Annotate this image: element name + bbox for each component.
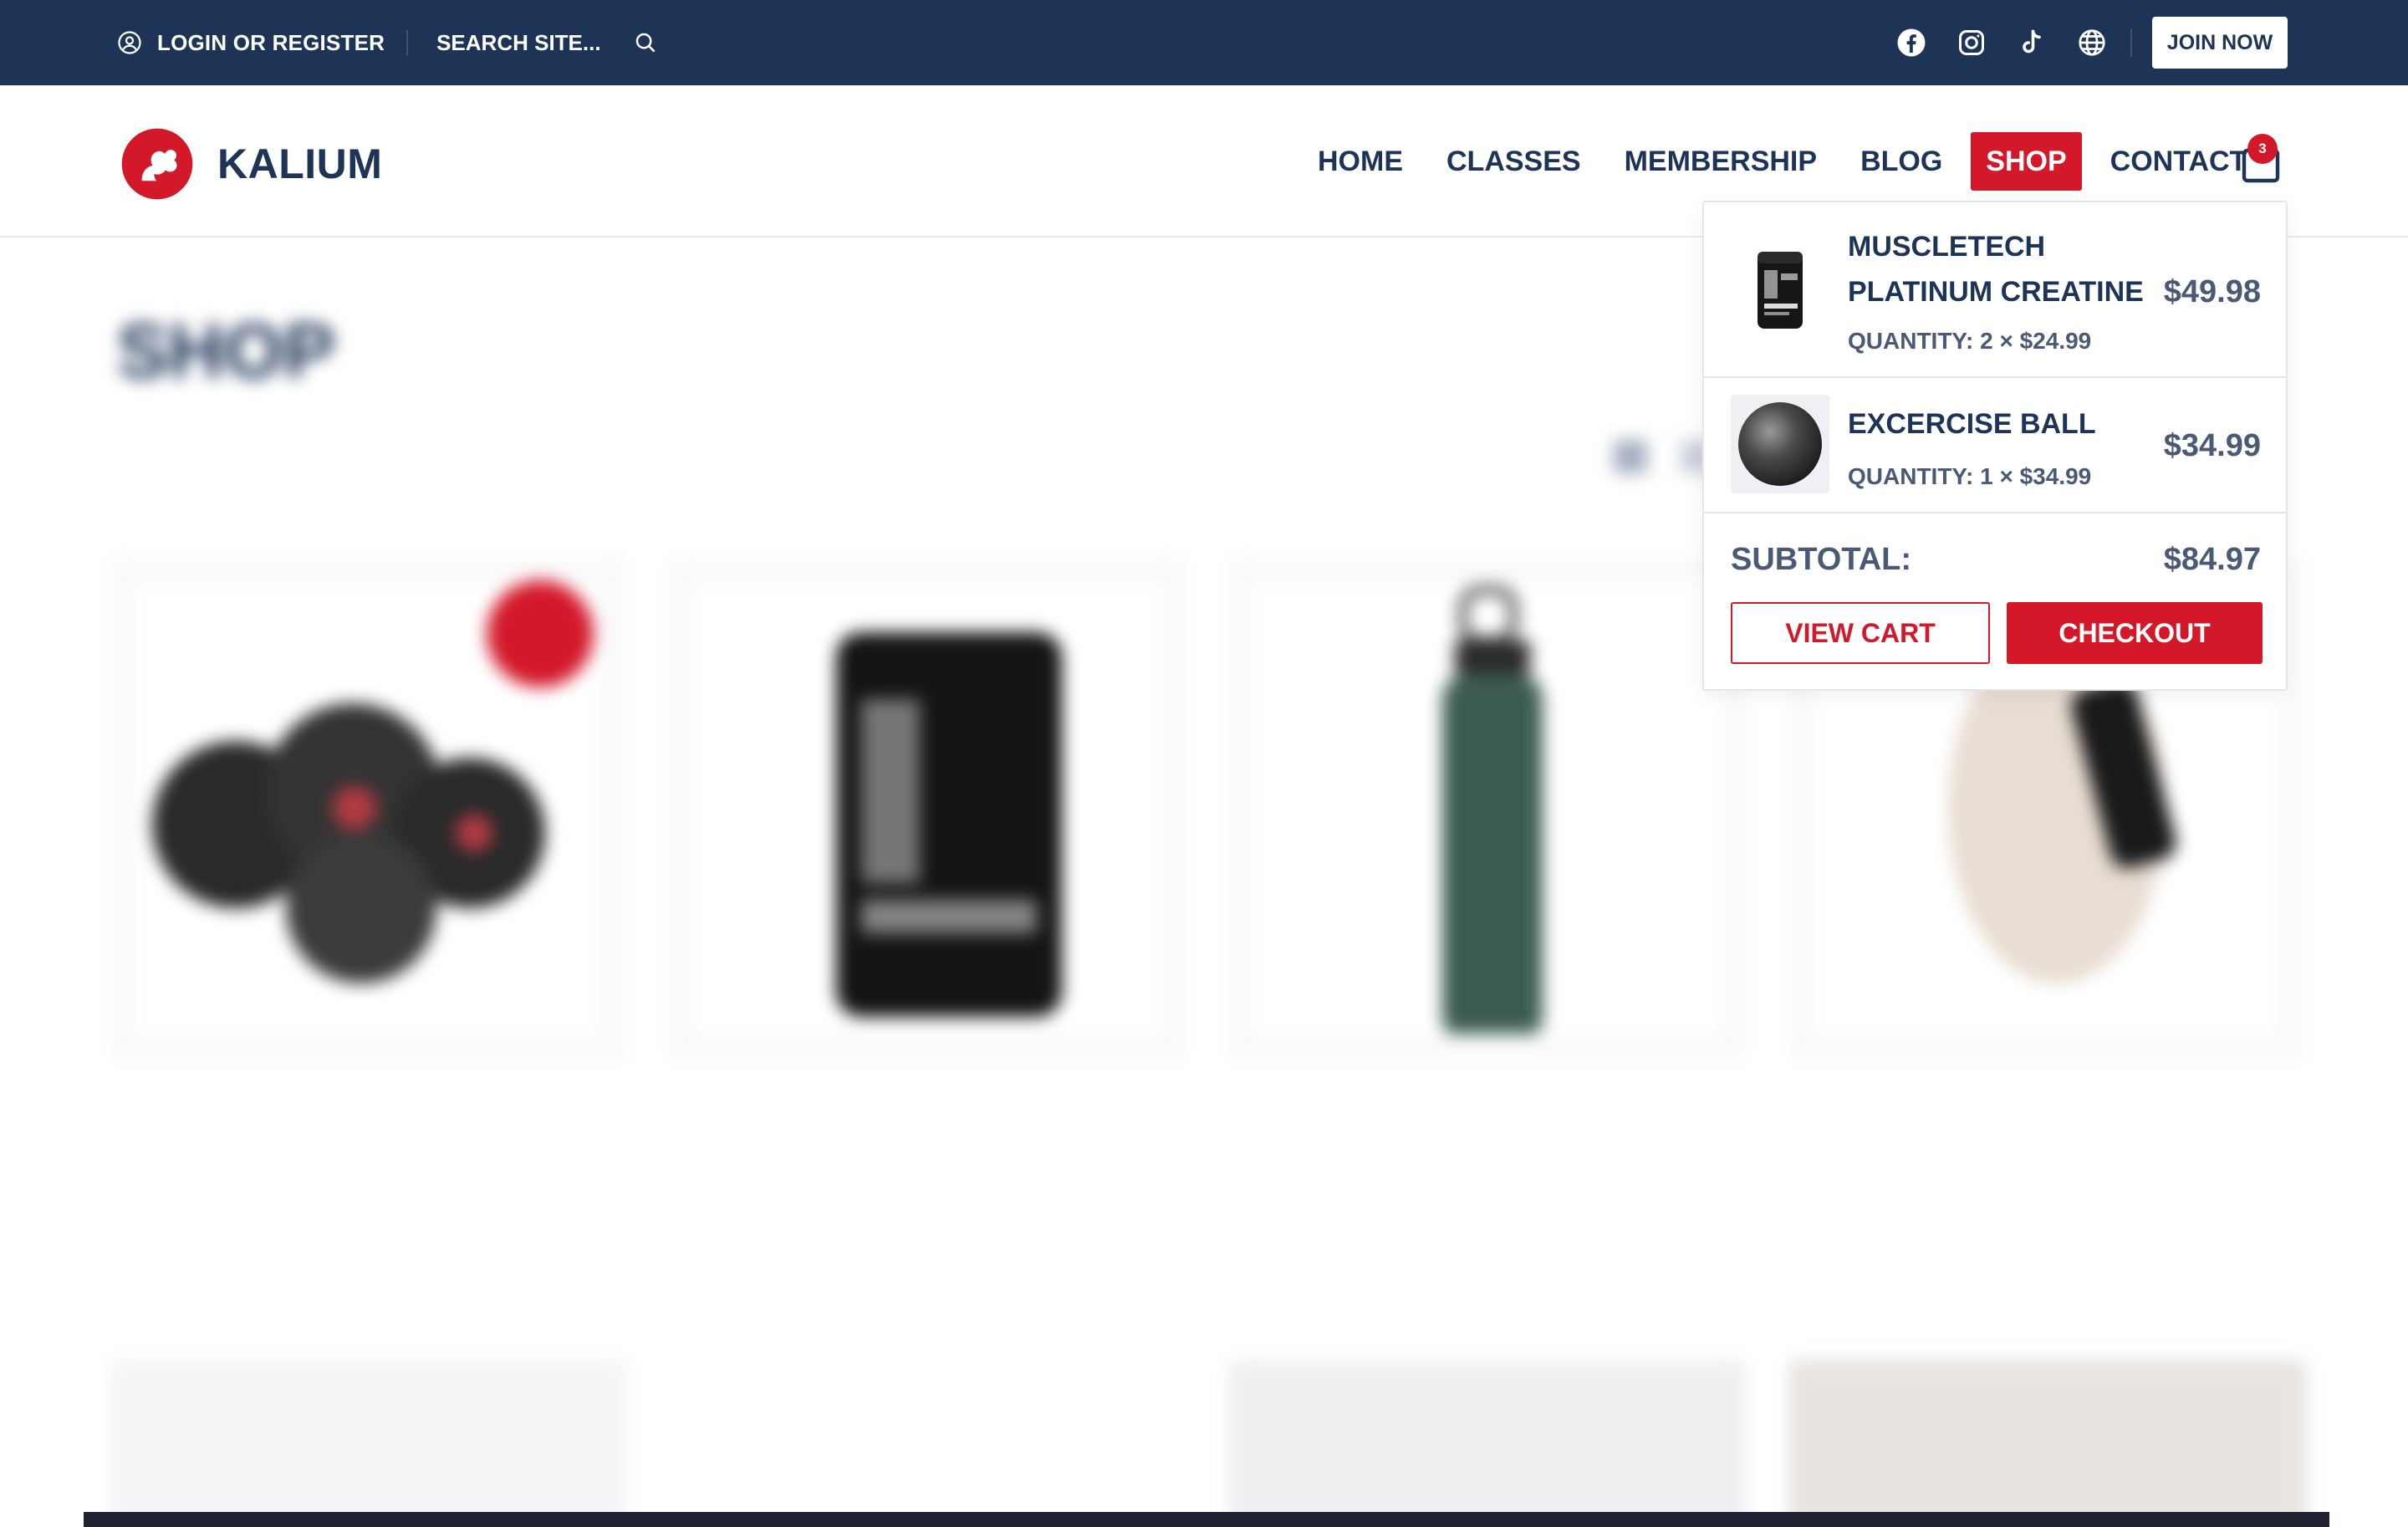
search-button[interactable] [630, 28, 661, 58]
cart-item-price: $34.99 [2163, 428, 2261, 463]
product-card [669, 1360, 1186, 1527]
login-register-link[interactable]: LOGIN OR REGISTER [117, 30, 385, 56]
language-link[interactable] [2074, 24, 2110, 61]
cart-item: MUSCLETECH PLATINUM CREATINE QUANTITY: 2… [1704, 202, 2286, 378]
bottom-strip [84, 1512, 2329, 1527]
join-now-button[interactable]: JOIN NOW [2152, 17, 2288, 69]
product-image [694, 582, 1161, 1034]
sort-control-blurred [1304, 440, 1311, 468]
search-input[interactable] [436, 29, 621, 56]
product-image [1254, 582, 1721, 1042]
product-card [1229, 557, 1746, 1059]
product-card [1789, 1360, 2306, 1527]
cart-count-badge: 3 [2247, 134, 2278, 164]
cart-item-name[interactable]: MUSCLETECH PLATINUM CREATINE [1848, 224, 2149, 314]
cart-item-quantity: QUANTITY: 2 × $24.99 [1848, 328, 2092, 354]
creatine-tub-image [836, 632, 1062, 1017]
cart-item-thumbnail[interactable] [1731, 395, 1829, 493]
globe-icon [2079, 29, 2105, 56]
logo-text: KALIUM [217, 140, 383, 187]
view-cart-button[interactable]: VIEW CART [1731, 602, 1990, 664]
cart-item-price: $49.98 [2163, 274, 2261, 309]
instagram-icon [1959, 30, 1984, 55]
user-icon [118, 31, 141, 54]
sale-badge [487, 580, 594, 687]
product-card [110, 1360, 627, 1527]
mini-cart-dropdown: MUSCLETECH PLATINUM CREATINE QUANTITY: 2… [1702, 201, 2288, 691]
creatine-thumbnail-image [1758, 252, 1803, 329]
divider [406, 30, 409, 55]
product-card [1229, 1360, 1746, 1527]
top-bar: LOGIN OR REGISTER SEARCH SITE... JOIN NO… [0, 0, 2408, 85]
search-icon [635, 33, 656, 53]
cart-item: EXCERCISE BALL QUANTITY: 1 × $34.99 $34.… [1704, 378, 2286, 513]
nav-membership[interactable]: MEMBERSHIP [1610, 132, 1832, 191]
instagram-link[interactable] [1953, 24, 1990, 61]
login-register-label: LOGIN OR REGISTER [157, 29, 385, 55]
subtotal-label: SUBTOTAL: [1731, 542, 1912, 577]
logo[interactable]: KALIUM [119, 125, 382, 202]
main-nav: HOME CLASSES MEMBERSHIP BLOG SHOP CONTAC… [1303, 132, 2275, 191]
facebook-icon [1897, 28, 1926, 57]
shop-title-blurred: SHOP [117, 309, 335, 394]
facebook-link[interactable] [1893, 24, 1930, 61]
tiktok-link[interactable] [2013, 24, 2050, 61]
nav-contact[interactable]: CONTACT [2095, 132, 2263, 191]
checkout-button[interactable]: CHECKOUT [2007, 602, 2263, 664]
subtotal-value: $84.97 [2163, 542, 2261, 577]
nav-shop[interactable]: SHOP [1971, 132, 2082, 191]
nav-classes[interactable]: CLASSES [1431, 132, 1596, 191]
nav-home[interactable]: HOME [1303, 132, 1418, 191]
product-title-blurred [142, 1092, 152, 1134]
cart-item-thumbnail[interactable] [1731, 241, 1829, 340]
product-card [669, 557, 1186, 1059]
grid-view-icon [1614, 440, 1647, 473]
cart-item-quantity: QUANTITY: 1 × $34.99 [1848, 463, 2092, 489]
cart-item-name[interactable]: EXCERCISE BALL [1848, 401, 2149, 447]
top-bar-right: JOIN NOW [1870, 0, 2288, 85]
logo-icon [121, 128, 193, 200]
top-bar-left: LOGIN OR REGISTER [117, 0, 661, 85]
result-count-blurred [119, 437, 128, 474]
exercise-ball-thumbnail-image [1738, 402, 1822, 486]
nav-blog[interactable]: BLOG [1845, 132, 1957, 191]
tiktok-icon [2023, 29, 2041, 54]
water-bottle-image [1442, 586, 1543, 1042]
divider [2130, 28, 2132, 57]
